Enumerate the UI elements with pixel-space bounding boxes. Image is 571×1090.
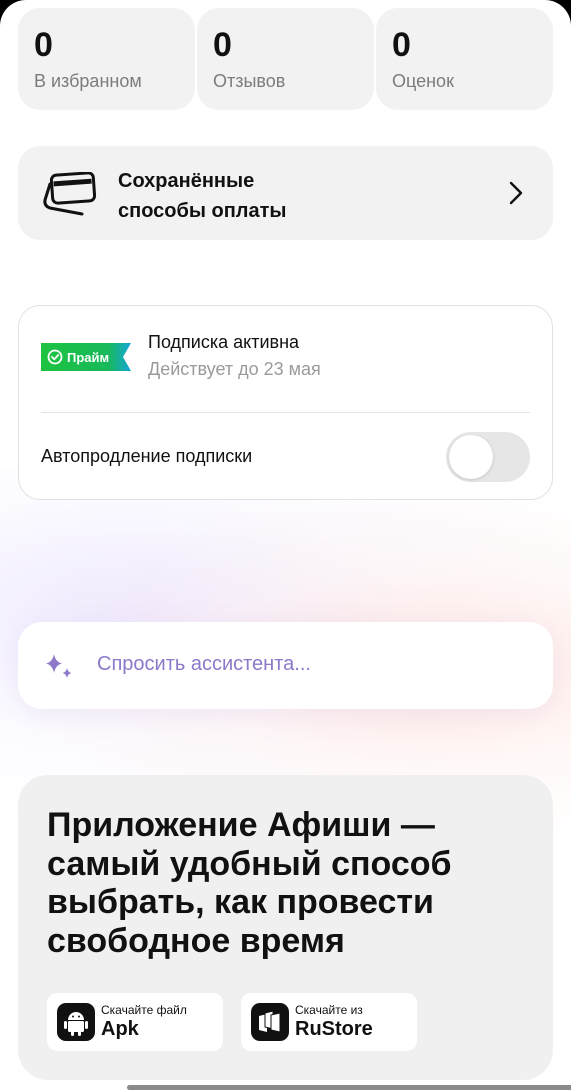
promo-heading-line3: выбрать, как провести (47, 883, 434, 921)
apk-big-label: Apk (101, 1018, 139, 1040)
stat-value: 0 (392, 26, 411, 64)
rustore-icon (251, 1003, 289, 1041)
subscription-card: Прайм Подписка активна Действует до 23 м… (18, 305, 553, 500)
stat-label: В избранном (34, 71, 142, 91)
assistant-placeholder: Спросить ассистента... (97, 653, 311, 675)
prime-badge-label: Прайм (67, 350, 109, 365)
card-icon (43, 172, 97, 216)
promo-heading: Приложение Афиши — самый удобный способ … (47, 806, 517, 960)
payment-title-line2: способы оплаты (118, 200, 287, 222)
toggle-knob (449, 435, 493, 479)
subscription-valid-until: Действует до 23 мая (148, 359, 321, 379)
promo-heading-line2: самый удобный способ (47, 844, 452, 883)
stat-favorites[interactable]: 0 В избранном (18, 8, 195, 110)
rustore-big-label: RuStore (295, 1018, 373, 1040)
promo-heading-line1: Приложение Афиши — (47, 806, 435, 844)
assistant-input[interactable]: Спросить ассистента... (18, 622, 553, 709)
autorenew-label: Автопродление подписки (41, 446, 253, 466)
stat-label: Отзывов (213, 71, 286, 91)
stat-reviews[interactable]: 0 Отзывов (197, 8, 374, 110)
stat-ratings[interactable]: 0 Оценок (376, 8, 553, 110)
chevron-right-icon (509, 181, 523, 205)
payment-title-line1: Сохранённые (118, 170, 255, 192)
rustore-download-button[interactable]: Скачайте из RuStore (241, 993, 417, 1051)
sparkle-icon (46, 654, 72, 678)
payment-title: Сохранённые способы оплаты (118, 166, 438, 226)
apk-download-button[interactable]: Скачайте файл Apk (47, 993, 223, 1051)
stats-row: 0 В избранном 0 Отзывов 0 Оценок (18, 8, 553, 110)
prime-badge: Прайм (41, 343, 131, 371)
divider (41, 412, 530, 413)
home-indicator (127, 1085, 571, 1090)
profile-screen: 0 В избранном 0 Отзывов 0 Оценок Сохранё… (0, 0, 571, 1090)
stat-label: Оценок (392, 71, 454, 91)
android-icon (57, 1003, 95, 1041)
stat-value: 0 (34, 26, 53, 64)
subscription-status: Подписка активна (148, 332, 300, 352)
promo-heading-line4: свободное время (47, 921, 345, 960)
app-promo-card: Приложение Афиши — самый удобный способ … (18, 775, 553, 1080)
autorenew-toggle[interactable] (446, 432, 530, 482)
apk-small-label: Скачайте файл (101, 1003, 187, 1017)
saved-payment-methods-button[interactable]: Сохранённые способы оплаты (18, 146, 553, 240)
rustore-small-label: Скачайте из (295, 1003, 363, 1017)
stat-value: 0 (213, 26, 232, 64)
